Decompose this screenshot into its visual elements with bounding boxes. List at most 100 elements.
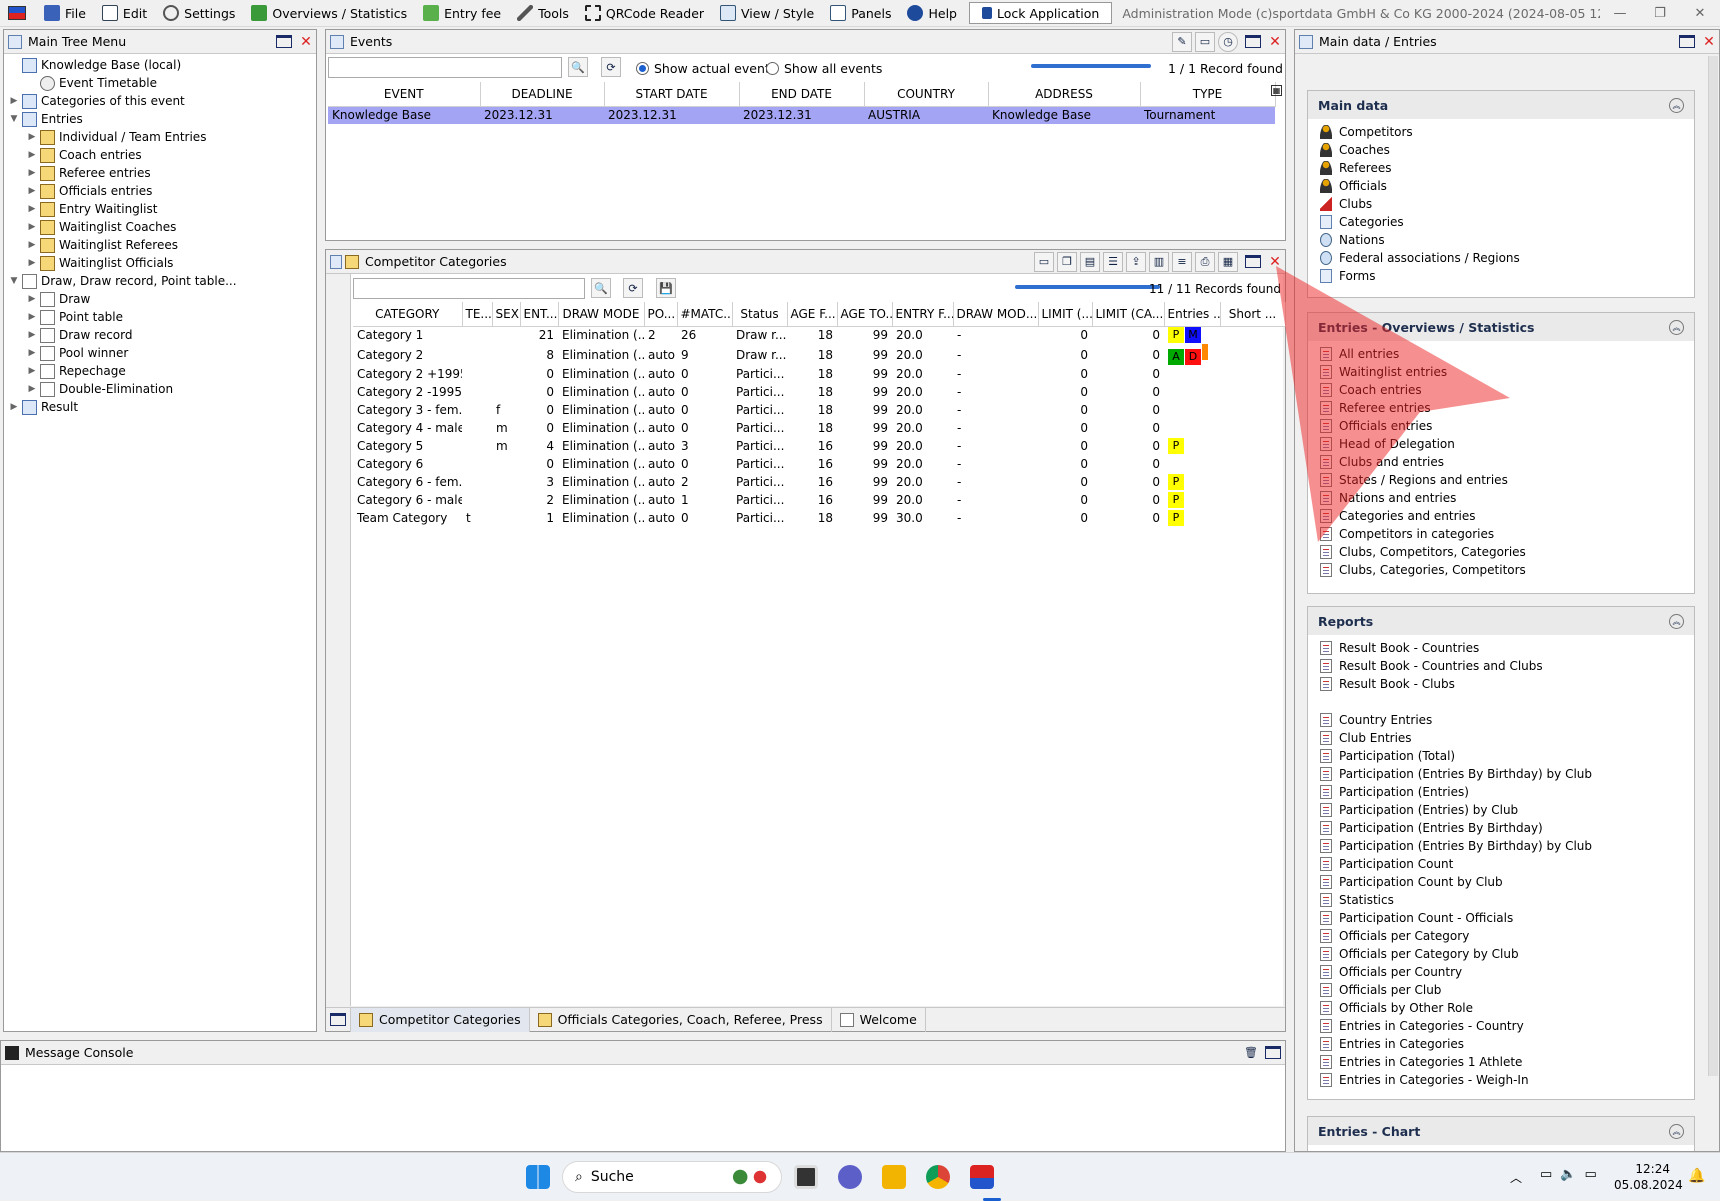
tab-panel-toggle[interactable] [326, 1007, 351, 1032]
show-actual-events-radio[interactable]: Show actual events [636, 61, 776, 76]
list-item[interactable]: Participation (Entries) [1308, 783, 1694, 801]
maximize-events-icon[interactable] [1245, 35, 1261, 48]
grid-icon[interactable]: ▦ [1218, 251, 1238, 272]
tree-item-waitinglist-officials[interactable]: ▶ Waitinglist Officials [4, 254, 316, 272]
expand-toggle-icon[interactable]: ▼ [8, 276, 20, 286]
events-column-header[interactable]: COUNTRY [864, 82, 989, 107]
list-item[interactable]: Result Book - Countries [1308, 639, 1694, 657]
list-item[interactable]: Country Entries [1308, 711, 1694, 729]
tree-item-waitinglist-coaches[interactable]: ▶ Waitinglist Coaches [4, 218, 316, 236]
menu-view-style[interactable]: View / Style [712, 0, 822, 26]
file-explorer-icon[interactable] [882, 1165, 906, 1189]
menu-tools[interactable]: Tools [509, 0, 577, 26]
table-row[interactable]: Team Category t 1 Elimination (... auto 0 Part… [353, 509, 1285, 527]
tree-item-event-timetable[interactable]: Event Timetable [4, 74, 316, 92]
search-icon[interactable]: 🔍 [568, 57, 588, 77]
list-item[interactable]: Statistics [1308, 891, 1694, 909]
list-item[interactable]: Participation (Entries By Birthday) by C… [1308, 765, 1694, 783]
list-item[interactable]: Participation Count [1308, 855, 1694, 873]
menu-file[interactable]: File [36, 0, 94, 26]
chevron-up-icon[interactable]: ︽ [1669, 319, 1684, 335]
list-item[interactable]: States / Regions and entries [1308, 471, 1694, 489]
edit-event-icon[interactable]: ✎ [1172, 31, 1192, 52]
expand-toggle-icon[interactable]: ▶ [26, 222, 38, 232]
expand-toggle-icon[interactable]: ▶ [26, 132, 38, 142]
categories-column-header[interactable]: Status [732, 302, 788, 327]
expand-toggle-icon[interactable]: ▶ [26, 204, 38, 214]
categories-column-header[interactable]: CATEGORY [353, 302, 463, 327]
list-item[interactable]: Result Book - Clubs [1308, 675, 1694, 693]
tree-item-draw[interactable]: ▶ Draw [4, 290, 316, 308]
maximize-tree-icon[interactable] [276, 35, 292, 48]
column-chooser-icon[interactable]: ▦ [1271, 85, 1282, 96]
tree-item-officials-entries[interactable]: ▶ Officials entries [4, 182, 316, 200]
list-item[interactable]: Club Entries [1308, 729, 1694, 747]
clock[interactable]: 12:24 05.08.2024 [1614, 1161, 1683, 1193]
tree-item-draw-record-point-table[interactable]: ▼ Draw, Draw record, Point table... [4, 272, 316, 290]
show-all-events-radio[interactable]: Show all events [766, 61, 882, 76]
tree-item-point-table[interactable]: ▶ Point table [4, 308, 316, 326]
menu-qrcode[interactable]: QRCode Reader [577, 0, 712, 26]
list-item[interactable]: Categories [1308, 213, 1694, 231]
chevron-up-icon[interactable]: ︽ [1669, 613, 1684, 629]
expand-toggle-icon[interactable]: ▶ [26, 240, 38, 250]
table-row[interactable]: Category 2 +1995... 0 Elimination (... auto… [353, 365, 1285, 383]
table-row[interactable]: Category 5 m 4 Elimination (... auto 3 Partici… [353, 437, 1285, 455]
tree-item-entry-waitinglist[interactable]: ▶ Entry Waitinglist [4, 200, 316, 218]
list-item[interactable]: Competitors in categories [1308, 525, 1694, 543]
taskbar-search[interactable]: ⌕ Suche [562, 1161, 782, 1193]
list-item[interactable]: Waitinglist entries [1308, 363, 1694, 381]
copy-icon[interactable]: ❐ [1057, 251, 1077, 272]
categories-column-header[interactable]: TE... [462, 302, 493, 327]
tab-officials-categories[interactable]: Officials Categories, Coach, Referee, Pr… [530, 1007, 832, 1032]
events-search-input[interactable] [328, 57, 562, 78]
list-item[interactable]: Clubs [1308, 195, 1694, 213]
tree-item-result[interactable]: ▶ Result [4, 398, 316, 416]
notification-bell-icon[interactable]: 🔔 [1688, 1168, 1705, 1184]
list-item[interactable]: Officials per Category by Club [1308, 945, 1694, 963]
trash-icon[interactable]: 🗑 [1241, 1043, 1261, 1063]
list-item[interactable]: Participation (Total) [1308, 747, 1694, 765]
close-categories-icon[interactable]: ✕ [1265, 254, 1285, 270]
list-item[interactable]: Referee entries [1308, 399, 1694, 417]
events-column-header[interactable]: TYPE [1140, 82, 1276, 107]
categories-column-header[interactable]: LIMIT (... [1038, 302, 1093, 327]
sportdata-app-icon[interactable] [970, 1165, 994, 1189]
menu-edit[interactable]: Edit [94, 0, 155, 26]
table-row[interactable]: Category 2 8 Elimination (... auto 9 Draw r..… [353, 344, 1285, 365]
export-icon[interactable]: ⇪ [1126, 251, 1146, 272]
expand-toggle-icon[interactable]: ▼ [8, 114, 20, 124]
close-window-button[interactable]: ✕ [1680, 6, 1720, 21]
close-main-data-icon[interactable]: ✕ [1699, 34, 1719, 50]
list-item[interactable]: Clubs and entries [1308, 1149, 1694, 1151]
list-item[interactable]: Nations [1308, 231, 1694, 249]
menu-settings[interactable]: Settings [155, 0, 243, 26]
numbered-list-icon[interactable]: ☰ [1103, 251, 1123, 272]
restore-window-button[interactable]: ❐ [1640, 6, 1680, 21]
list-item[interactable]: Referees [1308, 159, 1694, 177]
list-item[interactable]: Entries in Categories 1 Athlete [1308, 1053, 1694, 1071]
categories-column-header[interactable]: Entries ... [1164, 302, 1221, 327]
task-view-icon[interactable] [794, 1165, 818, 1189]
expand-toggle-icon[interactable]: ▶ [26, 186, 38, 196]
chevron-up-icon[interactable]: ︽ [1669, 1123, 1684, 1139]
events-column-header[interactable]: EVENT [328, 82, 481, 107]
expand-toggle-icon[interactable]: ▶ [26, 330, 38, 340]
table-row[interactable]: Category 4 - male m 0 Elimination (... auto 0… [353, 419, 1285, 437]
table-row[interactable]: Category 1 21 Elimination (... 2 26 Draw r...… [353, 326, 1285, 344]
list-item[interactable]: Clubs, Competitors, Categories [1308, 543, 1694, 561]
lock-application-button[interactable]: Lock Application [968, 2, 1113, 24]
list-item[interactable]: Participation (Entries) by Club [1308, 801, 1694, 819]
tab-competitor-categories[interactable]: Competitor Categories [351, 1007, 530, 1032]
search-icon[interactable]: 🔍 [591, 278, 611, 298]
expand-toggle-icon[interactable]: ▶ [26, 348, 38, 358]
tree-item-repechage[interactable]: ▶ Repechage [4, 362, 316, 380]
categories-column-header[interactable]: AGE F... [787, 302, 838, 327]
tab-welcome[interactable]: Welcome [832, 1007, 926, 1032]
tree-item-entries[interactable]: ▼ Entries [4, 110, 316, 128]
reports-section-header[interactable]: Reports ︽ [1308, 607, 1694, 635]
list-item[interactable]: Clubs and entries [1308, 453, 1694, 471]
expand-toggle-icon[interactable]: ▶ [26, 168, 38, 178]
events-column-header[interactable]: DEADLINE [480, 82, 605, 107]
expand-toggle-icon[interactable]: ▶ [26, 312, 38, 322]
